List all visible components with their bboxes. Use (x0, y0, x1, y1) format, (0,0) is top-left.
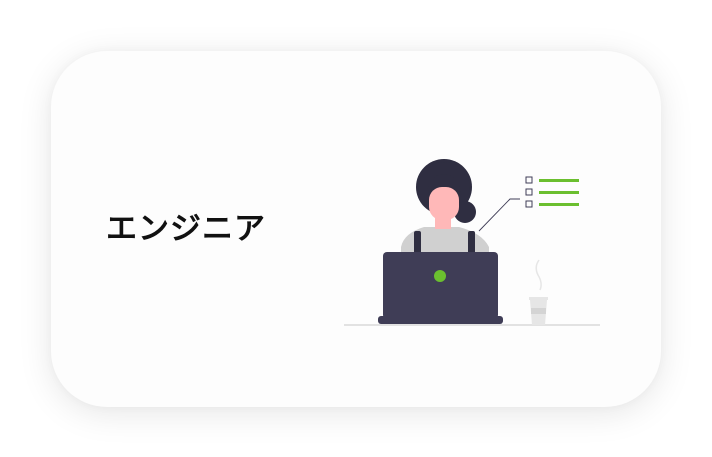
laptop-logo-dot (434, 270, 446, 282)
page: エンジニア (0, 0, 712, 457)
checklist-line (539, 191, 579, 194)
checkbox-icon (525, 176, 533, 184)
speech-pointer (478, 198, 520, 232)
engineer-card[interactable]: エンジニア (51, 51, 661, 407)
checkbox-icon (525, 200, 533, 208)
card-title: エンジニア (106, 211, 266, 247)
checklist (525, 176, 579, 208)
laptop-base (378, 316, 503, 324)
face (429, 187, 459, 220)
coffee-cup (529, 259, 548, 325)
engineer-illustration (344, 159, 600, 326)
steam-line (535, 259, 542, 291)
checklist-line (539, 203, 579, 206)
checklist-line (539, 179, 579, 182)
checkbox-icon (525, 188, 533, 196)
cup-sleeve (531, 308, 546, 314)
laptop (378, 252, 503, 324)
cup-lid (529, 297, 548, 300)
laptop-screen-back (383, 252, 498, 319)
